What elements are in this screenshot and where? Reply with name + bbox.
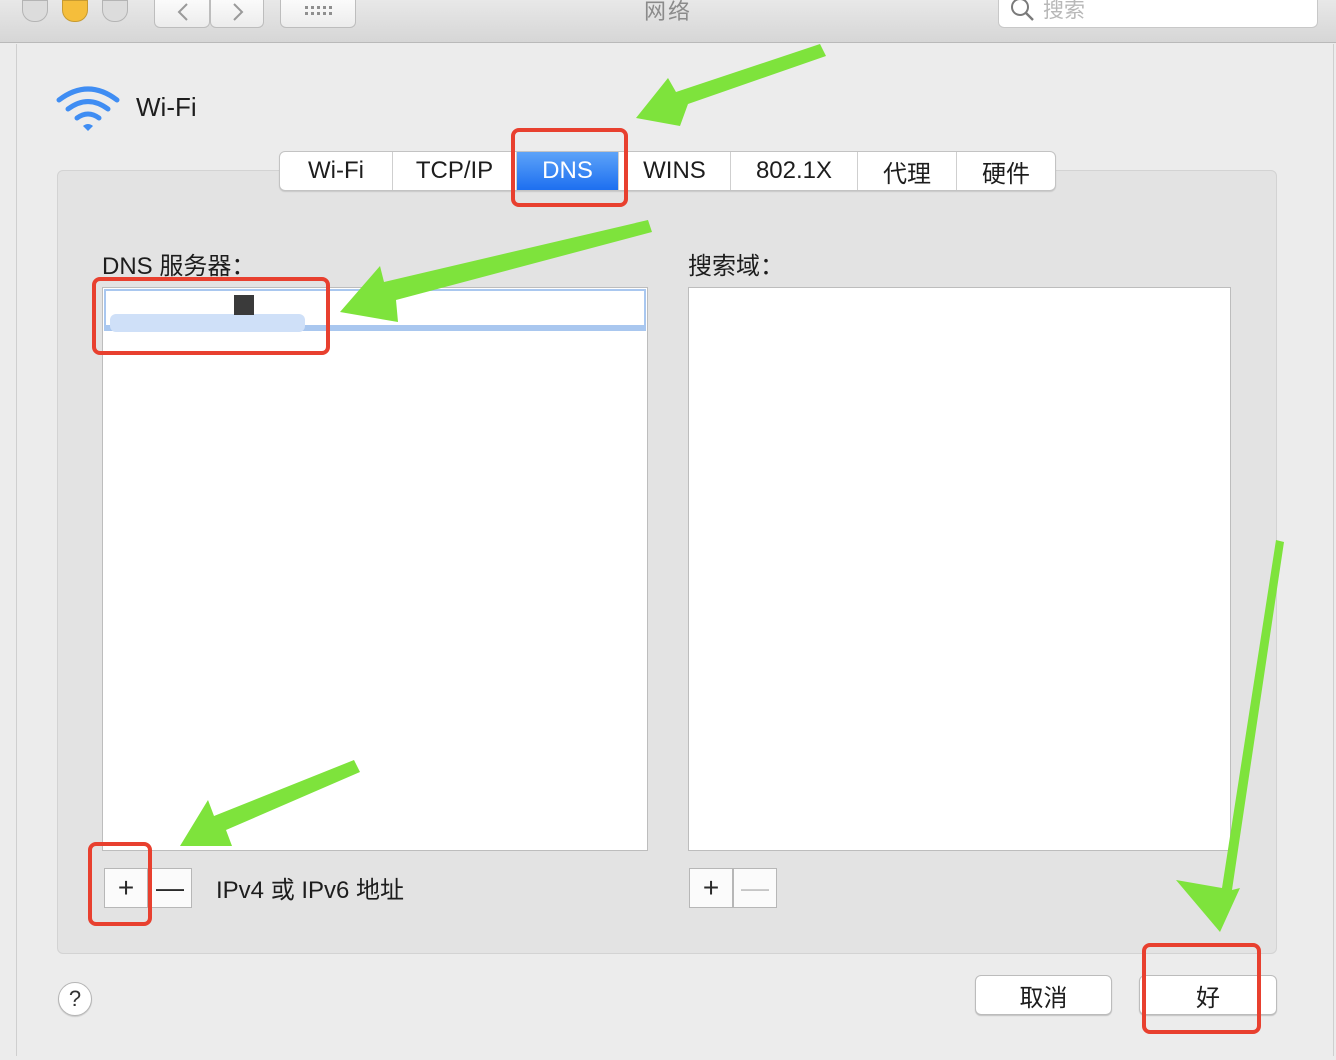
remove-search-domain-button[interactable]: — bbox=[733, 868, 777, 908]
search-placeholder: 搜索 bbox=[1043, 0, 1085, 22]
search-domains-label: 搜索域： bbox=[688, 253, 784, 280]
annotation-box-add-button bbox=[88, 842, 152, 926]
annotation-box-dns-tab bbox=[511, 128, 628, 207]
search-field[interactable]: 搜索 bbox=[998, 0, 1318, 28]
help-button[interactable]: ? bbox=[58, 982, 92, 1016]
tab-tcpip[interactable]: TCP/IP bbox=[393, 152, 517, 190]
tab-wifi[interactable]: Wi-Fi bbox=[280, 152, 393, 190]
add-search-domain-button[interactable]: + bbox=[689, 868, 733, 908]
search-domains-list[interactable] bbox=[688, 287, 1231, 851]
tab-8021x[interactable]: 802.1X bbox=[731, 152, 858, 190]
title-bar: 网络 搜索 bbox=[0, 0, 1336, 43]
tab-proxy[interactable]: 代理 bbox=[858, 152, 957, 190]
tab-bar: Wi-Fi TCP/IP DNS WINS 802.1X 代理 硬件 bbox=[279, 151, 1056, 191]
dns-address-hint: IPv4 或 IPv6 地址 bbox=[216, 877, 405, 904]
annotation-box-dns-entry bbox=[92, 277, 330, 355]
tab-wins[interactable]: WINS bbox=[619, 152, 731, 190]
cancel-button[interactable]: 取消 bbox=[975, 975, 1112, 1015]
interface-name: Wi-Fi bbox=[136, 92, 197, 122]
annotation-box-ok-button bbox=[1142, 943, 1261, 1034]
wifi-icon bbox=[56, 86, 120, 131]
search-icon bbox=[1011, 0, 1034, 21]
remove-dns-server-button[interactable]: — bbox=[148, 868, 192, 908]
dns-servers-list[interactable] bbox=[102, 287, 648, 851]
tab-hardware[interactable]: 硬件 bbox=[957, 152, 1055, 190]
dns-servers-label: DNS 服务器： bbox=[102, 253, 256, 280]
